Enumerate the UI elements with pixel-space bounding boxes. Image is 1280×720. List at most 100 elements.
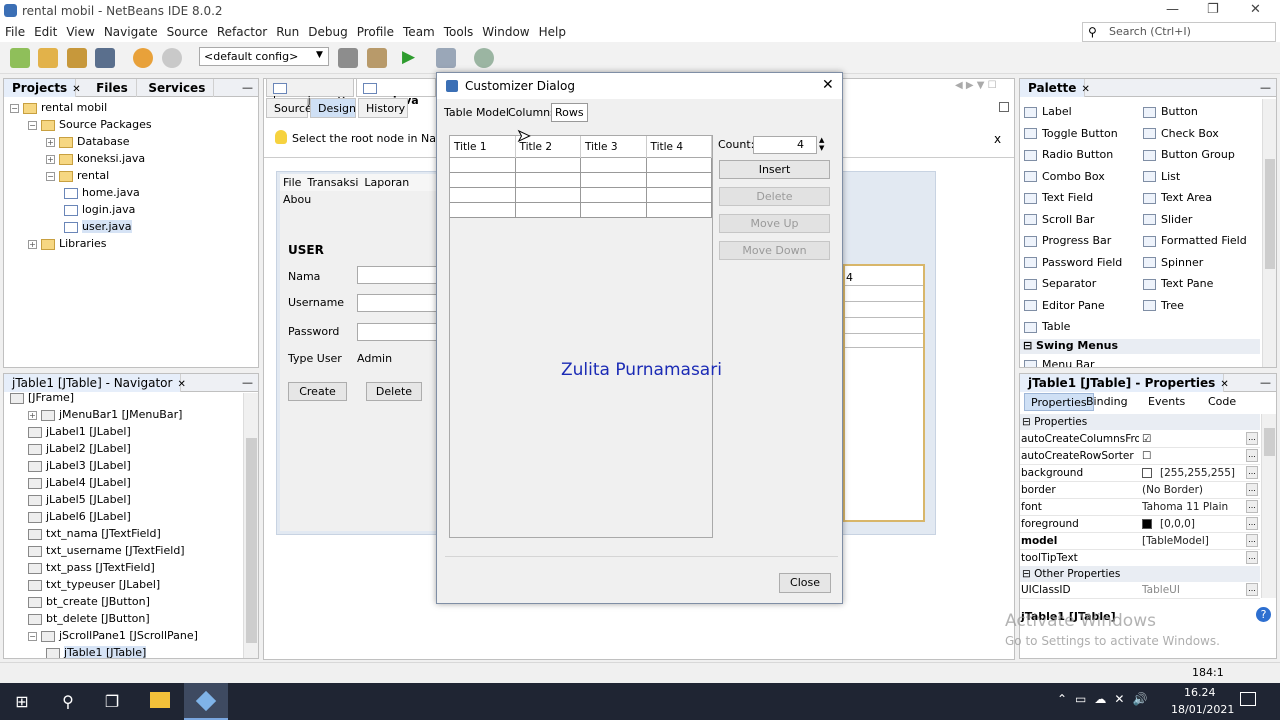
table-cell[interactable] [515, 203, 581, 218]
expand-icon[interactable]: − [28, 120, 37, 130]
palette-scrollbar[interactable] [1262, 99, 1276, 367]
expand-icon[interactable]: + [46, 154, 55, 164]
undo-icon[interactable] [133, 48, 153, 68]
palette-item[interactable]: Table [1024, 320, 1070, 333]
tab-projects[interactable]: Projects [4, 79, 77, 97]
nav-arrows-icon[interactable]: ◀ ▶ ▼ ☐ [955, 80, 997, 91]
palette-item[interactable]: Check Box [1143, 127, 1219, 140]
dialog-close-icon[interactable]: ✕ [822, 77, 834, 93]
navigator-item[interactable]: jLabel3 [JLabel] [28, 457, 131, 474]
table-cell[interactable] [646, 173, 712, 188]
navigator-item[interactable]: [JFrame] [10, 393, 74, 406]
navigator-item[interactable]: txt_typeuser [JLabel] [28, 576, 160, 593]
navigator-item[interactable]: jLabel4 [JLabel] [28, 474, 131, 491]
property-row[interactable]: UIClassID TableUI... [1020, 582, 1260, 599]
menu-help[interactable]: Help [534, 22, 570, 39]
open-project-icon[interactable] [67, 48, 87, 68]
table-cell[interactable] [515, 158, 581, 173]
palette-item[interactable]: Editor Pane [1024, 299, 1105, 312]
palette-item[interactable]: Label [1024, 105, 1072, 118]
collapse-icon[interactable]: ⊟ [1022, 416, 1034, 428]
menu-team[interactable]: Team [398, 22, 439, 39]
tab-rows[interactable]: Rows [551, 103, 588, 122]
expand-icon[interactable]: − [10, 103, 19, 113]
palette-item[interactable]: Tree [1143, 299, 1184, 312]
minimize-button[interactable]: — [1166, 2, 1179, 17]
property-row[interactable]: autoCreateColumnsFromM☑... [1020, 431, 1260, 448]
maximize-button[interactable]: ❐ [1207, 2, 1219, 17]
menu-debug[interactable]: Debug [303, 22, 351, 39]
tab-binding[interactable]: Binding [1080, 393, 1134, 411]
tree-item[interactable]: home.java [64, 184, 140, 201]
palette-item[interactable]: Spinner [1143, 256, 1203, 269]
minimize-panel-icon[interactable]: — [1260, 81, 1271, 94]
table-cell[interactable] [646, 188, 712, 203]
palette-item[interactable]: Button [1143, 105, 1198, 118]
table-cell[interactable] [581, 173, 647, 188]
tab-source[interactable]: Source [266, 98, 312, 118]
delete-row-button[interactable]: Delete [719, 187, 830, 206]
navigator-item[interactable]: bt_create [JButton] [28, 593, 150, 610]
menu-source[interactable]: Source [162, 22, 212, 39]
expand-icon[interactable]: − [46, 171, 55, 181]
close-icon[interactable]: ✕ [72, 84, 80, 95]
palette-item[interactable]: Separator [1024, 277, 1096, 290]
palette-item[interactable]: Password Field [1024, 256, 1122, 269]
tree-item[interactable]: login.java [64, 201, 135, 218]
tab-history[interactable]: History [358, 98, 408, 118]
clean-build-icon[interactable] [367, 48, 387, 68]
menu-window[interactable]: Window [477, 22, 533, 39]
ellipsis-button[interactable]: ... [1246, 500, 1258, 513]
move-down-button[interactable]: Move Down [719, 241, 830, 260]
palette-item[interactable]: Progress Bar [1024, 234, 1111, 247]
menu-view[interactable]: View [61, 22, 98, 39]
close-icon[interactable]: ✕ [1220, 379, 1228, 390]
tab-events[interactable]: Events [1142, 393, 1191, 411]
ellipsis-button[interactable]: ... [1246, 517, 1258, 530]
tree-item[interactable]: + Libraries [28, 235, 107, 252]
close-window-button[interactable]: ✕ [1250, 2, 1261, 17]
close-button[interactable]: Close [779, 573, 831, 593]
palette-item[interactable]: Slider [1143, 213, 1192, 226]
navigator-scrollbar[interactable] [243, 393, 258, 658]
delete-button[interactable]: Delete [366, 382, 422, 401]
form-menu-item[interactable]: Abou [280, 191, 314, 208]
table-cell[interactable] [646, 203, 712, 218]
table-cell[interactable] [581, 203, 647, 218]
navigator-item[interactable]: jLabel2 [JLabel] [28, 440, 131, 457]
expand-icon[interactable]: + [46, 137, 55, 147]
redo-icon[interactable] [162, 48, 182, 68]
help-icon[interactable]: ? [1256, 607, 1271, 622]
new-project-icon[interactable] [38, 48, 58, 68]
tray-icons[interactable]: ⌃▭☁✕🔊 [1057, 692, 1155, 706]
tab-services[interactable]: Services [140, 79, 215, 97]
minimize-panel-icon[interactable]: — [242, 376, 253, 389]
table-cell[interactable] [581, 188, 647, 203]
menu-run[interactable]: Run [271, 22, 303, 39]
form-menu-item[interactable]: Transaksi [304, 174, 361, 191]
close-hint-icon[interactable]: x [994, 132, 1001, 146]
ellipsis-button[interactable]: ... [1246, 551, 1258, 564]
expand-icon[interactable]: + [28, 410, 37, 420]
palette-item[interactable]: Radio Button [1024, 148, 1113, 161]
property-value[interactable]: ☑ [1142, 433, 1246, 445]
create-button[interactable]: Create [288, 382, 347, 401]
expand-icon[interactable]: + [28, 239, 37, 249]
debug-icon[interactable] [436, 48, 456, 68]
property-value[interactable]: Tahoma 11 Plain [1142, 501, 1246, 513]
table-cell[interactable] [450, 158, 516, 173]
run-icon[interactable]: ▶ [402, 47, 415, 67]
tree-item[interactable]: − Source Packages [28, 116, 152, 133]
navigator-item[interactable]: jTable1 [JTable] [46, 644, 147, 658]
txt-username[interactable] [357, 294, 437, 312]
config-select[interactable]: <default config> [199, 47, 329, 66]
property-row[interactable]: foreground [0,0,0]... [1020, 516, 1260, 533]
palette-item[interactable]: Combo Box [1024, 170, 1105, 183]
navigator-item[interactable]: txt_nama [JTextField] [28, 525, 161, 542]
table-cell[interactable] [450, 188, 516, 203]
new-file-icon[interactable] [10, 48, 30, 68]
close-icon[interactable]: ✕ [1081, 84, 1089, 95]
property-value[interactable]: TableUI [1142, 584, 1246, 596]
navigator-item[interactable]: − jScrollPane1 [JScrollPane] [28, 627, 198, 644]
form-menu-item[interactable]: File [280, 174, 304, 191]
